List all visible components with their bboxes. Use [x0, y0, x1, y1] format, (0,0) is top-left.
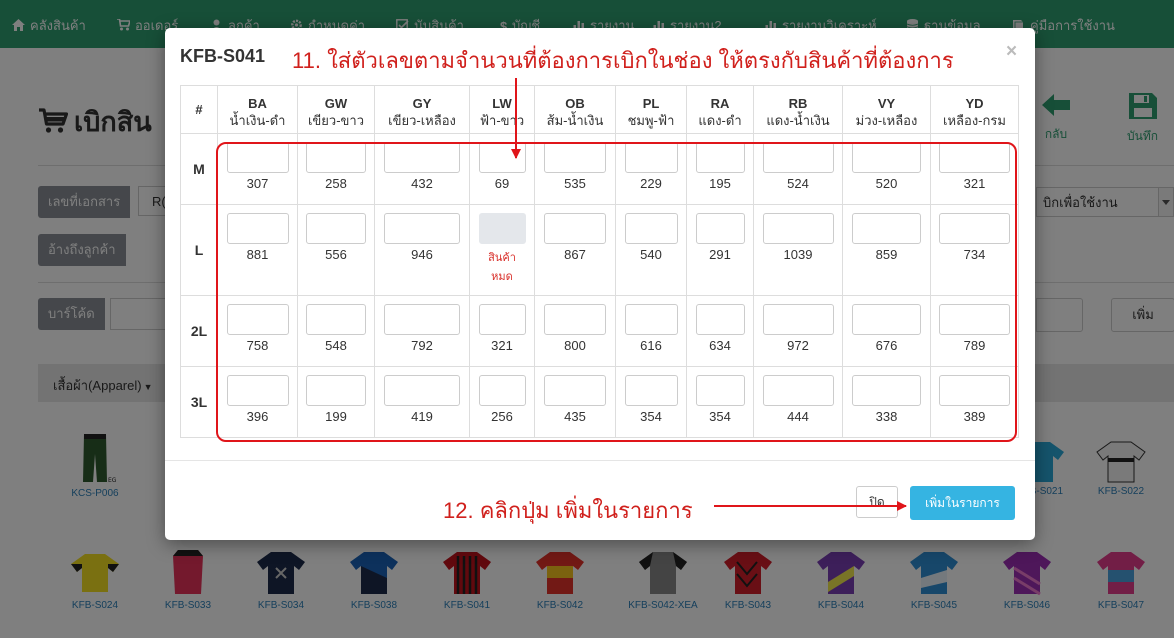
- annotation-arrows: [511, 78, 907, 511]
